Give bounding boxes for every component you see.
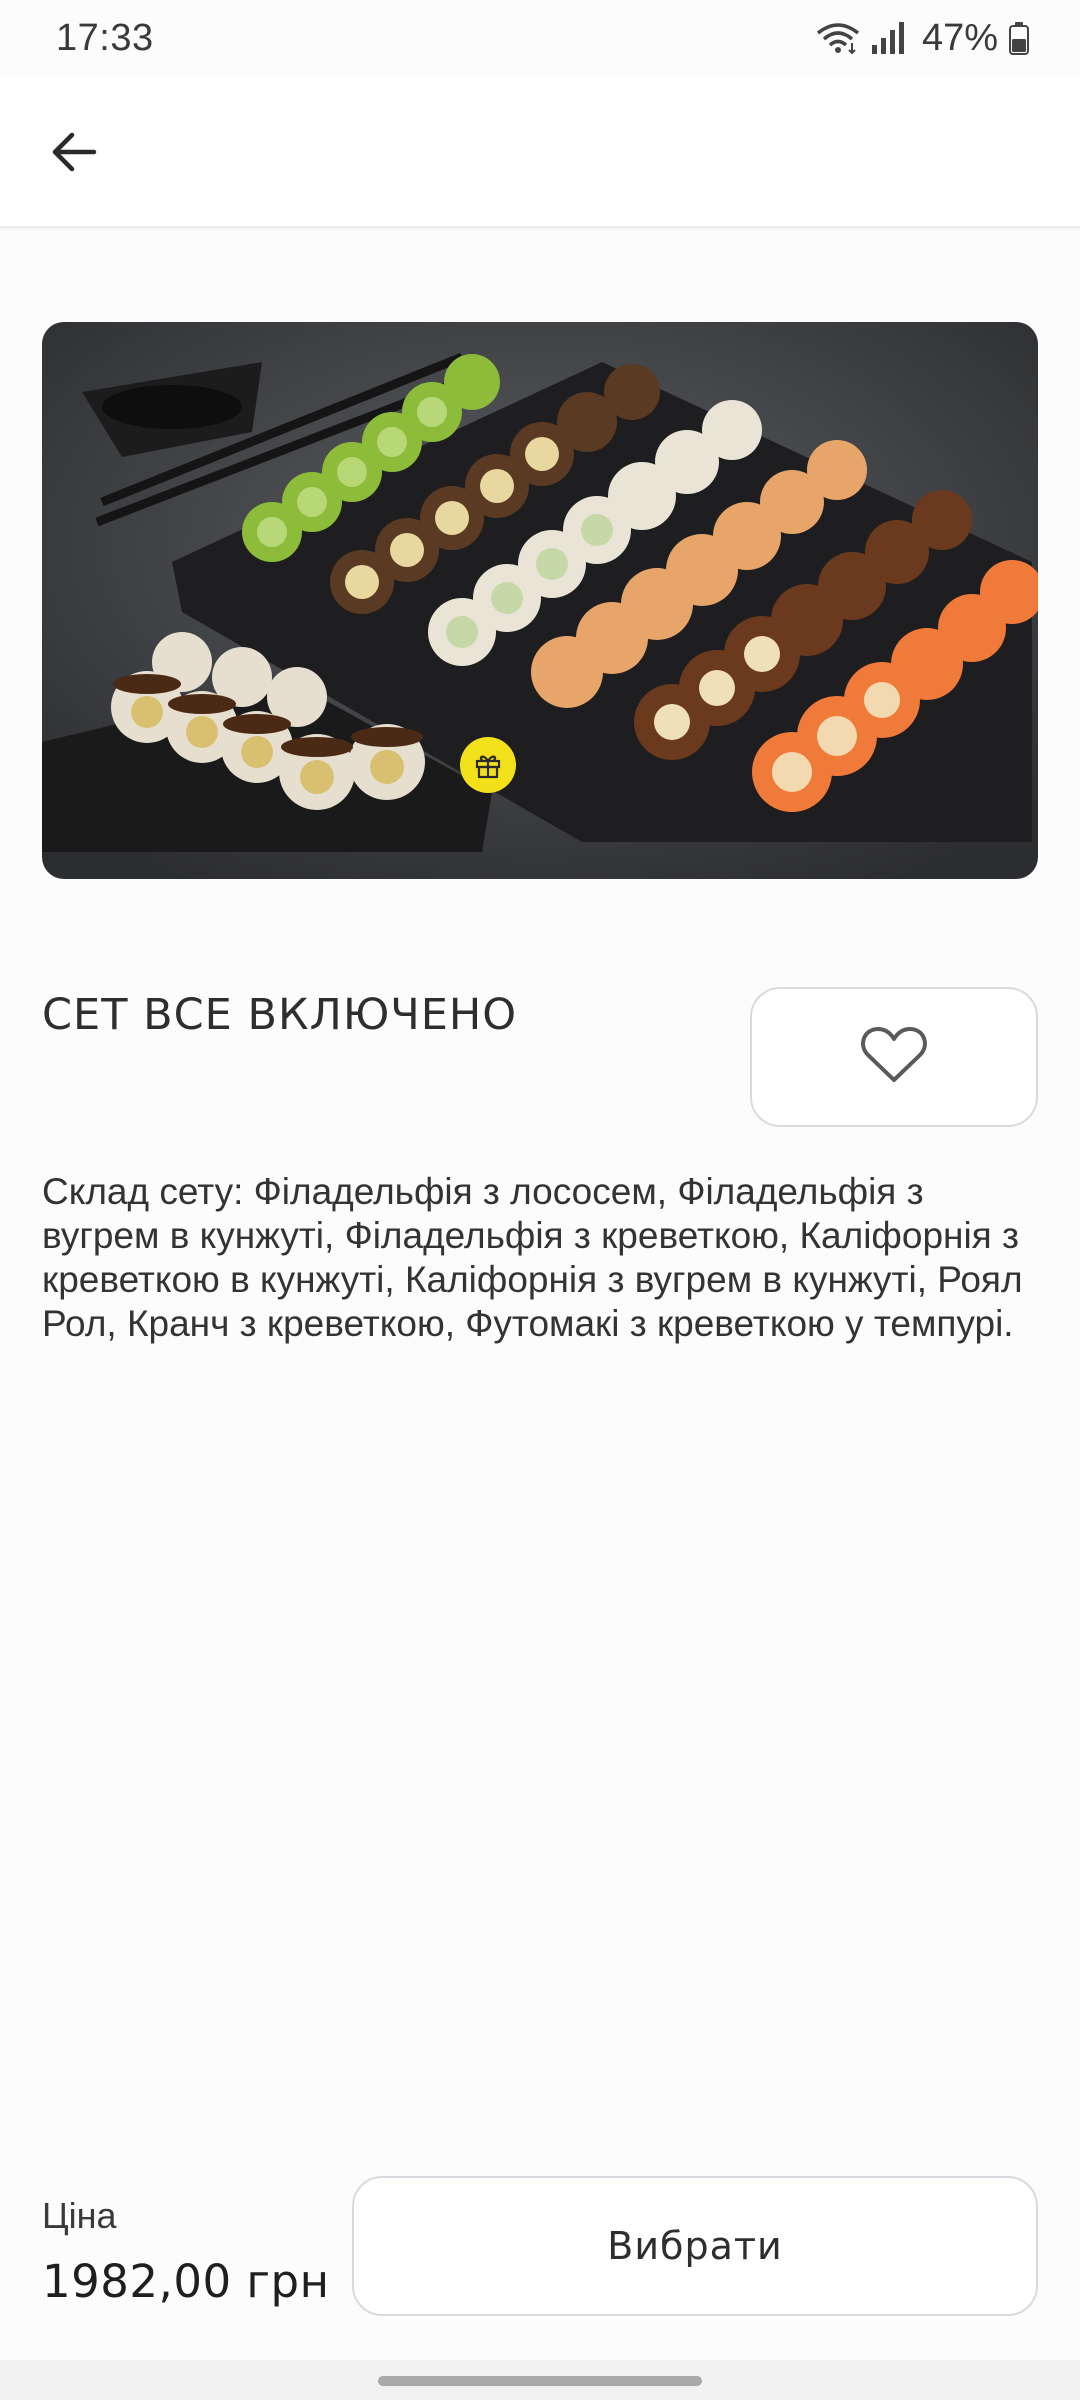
price-value: 1982,00 грн xyxy=(42,2255,330,2308)
gift-icon xyxy=(473,750,503,780)
wifi-icon xyxy=(816,21,860,55)
arrow-left-icon xyxy=(50,130,98,179)
product-description: Склад сету: Філадельфія з лососем, Філад… xyxy=(42,1171,1023,1344)
app-bar xyxy=(0,76,1080,228)
gift-badge xyxy=(460,737,516,793)
product-image xyxy=(42,322,1038,879)
price-label: Ціна xyxy=(42,2195,117,2236)
select-button[interactable]: Вибрати xyxy=(352,2176,1038,2316)
home-indicator[interactable] xyxy=(378,2376,702,2386)
system-nav-bar xyxy=(0,2360,1080,2400)
battery-icon xyxy=(1008,21,1030,55)
status-time: 17:33 xyxy=(56,16,154,59)
battery-percent: 47% xyxy=(921,16,998,59)
status-icons: 47% xyxy=(816,17,1030,60)
product-title: СЕТ ВСЕ ВКЛЮЧЕНО xyxy=(42,990,518,1040)
favorite-button[interactable] xyxy=(750,987,1038,1127)
status-bar: 17:33 47% xyxy=(0,0,1080,76)
heart-outline-icon xyxy=(860,1025,928,1090)
back-button[interactable] xyxy=(36,116,112,192)
signal-icon xyxy=(870,21,906,55)
